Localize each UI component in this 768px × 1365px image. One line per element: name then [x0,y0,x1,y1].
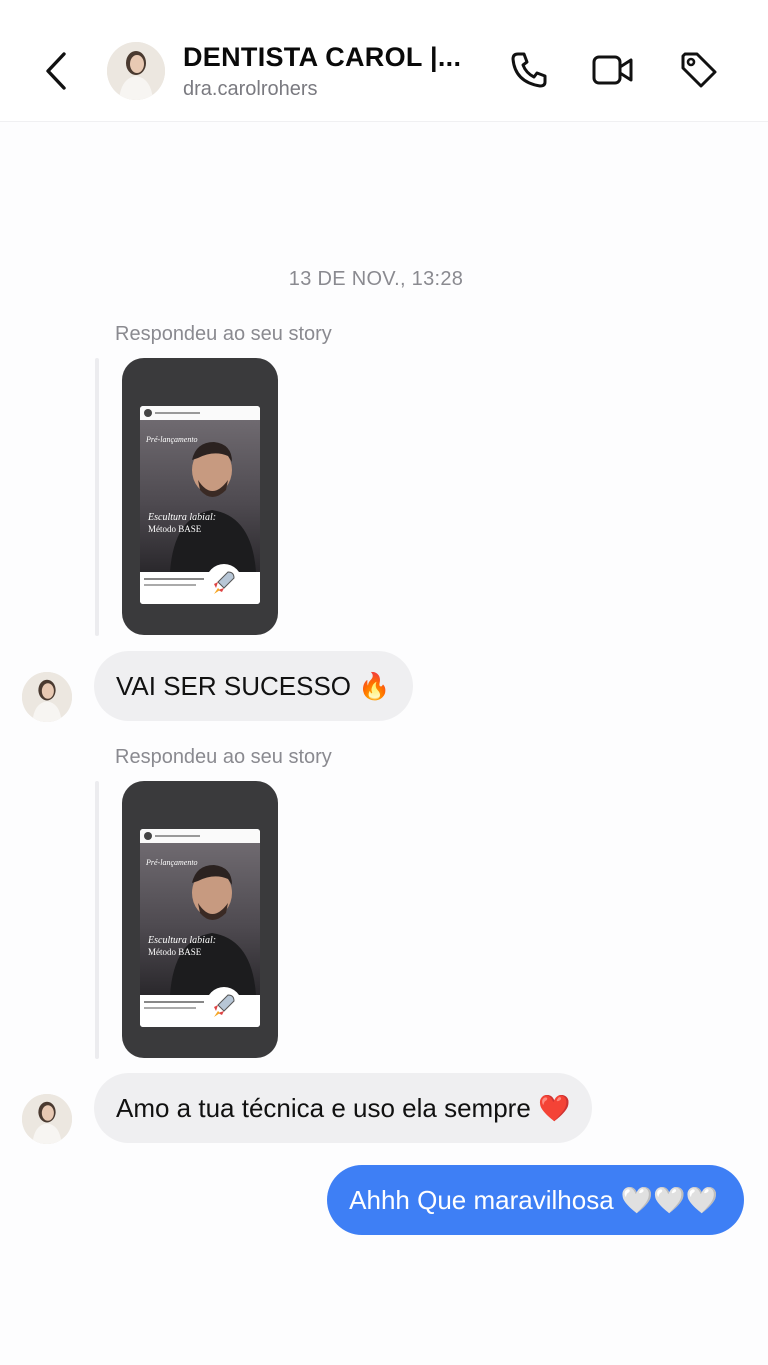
rocket-icon [214,571,235,594]
story-preview: Pré-lançamento Escultura labial: Método … [140,829,260,1027]
story-subtitle: Método BASE [148,524,202,534]
avatar-photo [107,42,165,100]
label-button[interactable] [677,48,721,92]
sent-message[interactable]: Ahhh Que maravilhosa 🤍🤍🤍 [327,1165,744,1235]
rocket-icon [214,994,235,1017]
story-thumbnail[interactable]: Pré-lançamento Escultura labial: Método … [122,781,278,1058]
chat-header: DENTISTA CAROL |... dra.carolrohers [0,0,768,122]
sender-avatar[interactable] [22,672,72,722]
story-preview: Pré-lançamento Escultura labial: Método … [140,406,260,604]
story-kicker: Pré-lançamento [145,858,198,867]
reply-indicator-bar [95,358,99,636]
call-button[interactable] [507,48,551,92]
story-reply-label: Respondeu ao seu story [115,323,332,345]
story-kicker: Pré-lançamento [145,435,198,444]
contact-handle[interactable]: dra.carolrohers [183,78,318,101]
chevron-left-icon [46,52,66,90]
back-button[interactable] [40,50,72,92]
contact-avatar[interactable] [107,42,165,100]
story-photo-illustration: Pré-lançamento Escultura labial: Método … [145,435,256,572]
video-call-button[interactable] [591,48,635,92]
avatar-photo [22,672,72,722]
story-reply-label: Respondeu ao seu story [115,746,332,768]
story-headline: Escultura labial: [147,935,216,946]
received-message[interactable]: VAI SER SUCESSO 🔥 [94,651,413,721]
story-thumbnail[interactable]: Pré-lançamento Escultura labial: Método … [122,358,278,635]
tag-icon [681,52,717,88]
video-camera-icon [592,55,633,85]
avatar-photo [22,1094,72,1144]
reply-indicator-bar [95,781,99,1059]
sender-avatar[interactable] [22,1094,72,1144]
phone-icon [511,52,547,88]
story-photo-illustration: Pré-lançamento Escultura labial: Método … [145,858,256,995]
received-message[interactable]: Amo a tua técnica e uso ela sempre ❤️ [94,1073,593,1143]
story-headline: Escultura labial: [147,512,216,523]
rocket-sticker [206,564,242,600]
message-timestamp: 13 DE NOV., 13:28 [288,268,464,290]
rocket-sticker [206,987,242,1023]
story-subtitle: Método BASE [148,947,202,957]
contact-name[interactable]: DENTISTA CAROL |... [183,42,461,73]
